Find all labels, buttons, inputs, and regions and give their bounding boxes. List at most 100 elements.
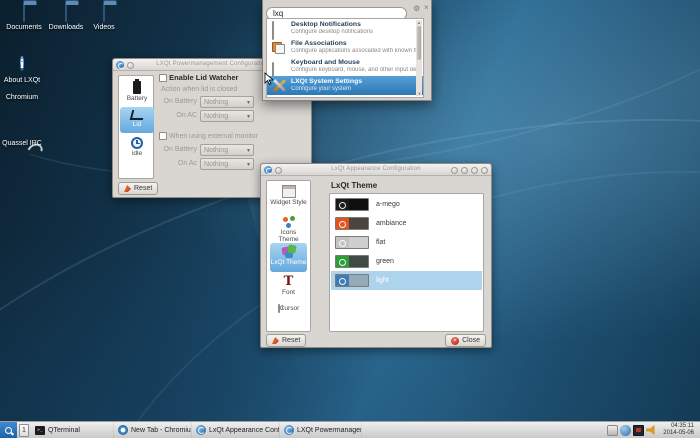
desktop-icon-about-lxqt[interactable]: i About LXQt (0, 53, 44, 85)
desktop-icon-label: Videos (82, 24, 126, 32)
font-icon: T (282, 275, 296, 288)
runner-popup: ⚙ × Desktop Notifications Configure desk… (262, 0, 432, 101)
result-title: LXQt System Settings (291, 78, 362, 85)
chevron-down-icon: ▾ (247, 161, 250, 168)
shade-button[interactable] (451, 167, 458, 174)
sidebar-item-lxqt-theme[interactable]: LxQt Theme (270, 243, 307, 272)
sidebar-item-label: Font (282, 289, 295, 296)
theme-list: a-mego ambiance flat green light (329, 193, 484, 332)
task-label: LxQt Appearance Configur... (209, 427, 280, 434)
maximize-button[interactable] (471, 167, 478, 174)
reset-button-label: Reset (134, 185, 152, 192)
terminal-icon: >_ (35, 426, 45, 435)
chevron-down-icon: ▾ (247, 147, 250, 154)
result-title: Desktop Notifications (291, 21, 361, 28)
desktop-icon-chromium[interactable]: Chromium (0, 92, 44, 102)
appearance-titlebar[interactable]: LxQt Appearance Configuration (261, 164, 491, 176)
desktop-icon-videos[interactable]: Videos (82, 4, 126, 32)
theme-row-ambiance[interactable]: ambiance (331, 214, 482, 233)
volume-icon[interactable] (646, 425, 657, 436)
lid-watcher-row: Enable Lid Watcher (159, 73, 238, 82)
clock-time: 04:35:11 (663, 423, 694, 430)
system-tray: 04:35:11 2014-05-06 (607, 423, 700, 437)
icons-theme-icon (282, 215, 296, 228)
sidebar-item-lid[interactable]: Lid (120, 107, 154, 133)
reset-button[interactable]: Reset (266, 334, 306, 347)
desktop-icon-quassel[interactable]: Quassel IRC (0, 138, 44, 148)
sidebar-item-label: idle (132, 150, 142, 157)
sidebar-item-icons-theme[interactable]: Icons Theme (270, 213, 307, 242)
theme-name: ambiance (376, 220, 406, 227)
on-battery-select[interactable]: Nothing ▾ (200, 96, 254, 108)
widget-style-icon (282, 185, 296, 198)
result-subtitle: Configure your system (291, 86, 351, 92)
theme-row-a-mego[interactable]: a-mego (331, 195, 482, 214)
close-button-label: Close (462, 337, 480, 344)
theme-preview (335, 217, 369, 230)
on-battery-label: On Battery (143, 98, 197, 105)
theme-preview (335, 255, 369, 268)
theme-preview (335, 236, 369, 249)
runner-results: Desktop Notifications Configure desktop … (266, 18, 424, 98)
sidebar-item-font[interactable]: T Font (270, 273, 307, 302)
folder-icon (103, 3, 105, 22)
screensaver-icon[interactable] (633, 425, 644, 436)
task-chromium[interactable]: New Tab - Chromium (114, 422, 192, 438)
file-associations-icon (272, 41, 285, 54)
sidebar-item-label: Icons Theme (278, 229, 298, 243)
scrollbar-thumb[interactable] (417, 26, 421, 60)
external-monitor-checkbox[interactable] (159, 132, 167, 140)
on-ac-label: On AC (143, 112, 197, 119)
desktop-icon-documents[interactable]: Documents (2, 4, 46, 32)
app-menu-button[interactable] (0, 422, 17, 438)
desktop-icon-label: Chromium (0, 94, 44, 102)
workspace-switcher[interactable]: 1 (19, 424, 29, 437)
config-icon[interactable]: ⚙ (413, 4, 420, 13)
network-icon[interactable] (620, 425, 631, 436)
result-subtitle: Configure applications associated with k… (291, 48, 419, 54)
combo-value: Nothing (204, 147, 228, 154)
clock[interactable]: 04:35:11 2014-05-06 (659, 423, 698, 437)
lxqt-theme-icon (282, 245, 296, 258)
scroll-down-icon[interactable]: ▼ (418, 91, 422, 96)
theme-preview (335, 198, 369, 211)
reset-button[interactable]: Reset (118, 182, 158, 195)
info-icon: i (20, 56, 24, 71)
scroll-up-icon[interactable]: ▲ (417, 20, 421, 25)
task-powermanagement[interactable]: LXQt Powermanagement ... (280, 422, 362, 438)
close-icon: × (451, 337, 459, 345)
on-ac-select[interactable]: Nothing ▾ (200, 158, 254, 170)
result-keyboard-mouse[interactable]: Keyboard and Mouse Configure keyboard, m… (267, 57, 423, 76)
sidebar-item-cursor[interactable]: Cursor (270, 303, 307, 332)
battery-icon (133, 81, 141, 94)
theme-row-green[interactable]: green (331, 252, 482, 271)
theme-name: a-mego (376, 201, 400, 208)
clock-icon (131, 137, 143, 149)
reset-icon (124, 185, 131, 192)
theme-preview (335, 274, 369, 287)
sidebar-item-widget-style[interactable]: Widget Style (270, 183, 307, 212)
reset-icon (272, 337, 279, 344)
result-lxqt-system-settings[interactable]: LXQt System Settings Configure your syst… (267, 76, 423, 95)
folder-icon (65, 3, 67, 22)
on-battery-select[interactable]: Nothing ▾ (200, 144, 254, 156)
on-ac-select[interactable]: Nothing ▾ (200, 110, 254, 122)
task-qterminal[interactable]: >_ QTerminal (31, 422, 114, 438)
enable-lid-watcher-checkbox[interactable] (159, 74, 167, 82)
scrollbar[interactable]: ▲ ▼ (416, 20, 422, 96)
result-power-management[interactable]: Power Management (267, 95, 423, 98)
close-icon[interactable]: × (424, 3, 429, 12)
cursor-icon (278, 304, 280, 313)
removable-media-icon[interactable] (607, 425, 618, 436)
close-window-button[interactable] (481, 167, 488, 174)
close-button[interactable]: × Close (445, 334, 486, 347)
result-file-associations[interactable]: File Associations Configure applications… (267, 38, 423, 57)
theme-row-flat[interactable]: flat (331, 233, 482, 252)
minimize-button[interactable] (461, 167, 468, 174)
group-label: Action when lid is closed (161, 86, 237, 93)
result-desktop-notifications[interactable]: Desktop Notifications Configure desktop … (267, 19, 423, 38)
theme-row-light[interactable]: light (331, 271, 482, 290)
sidebar-item-label: Lid (133, 121, 142, 128)
task-appearance[interactable]: LxQt Appearance Configur... (192, 422, 280, 438)
external-monitor-row: When using external monitor (159, 132, 258, 140)
